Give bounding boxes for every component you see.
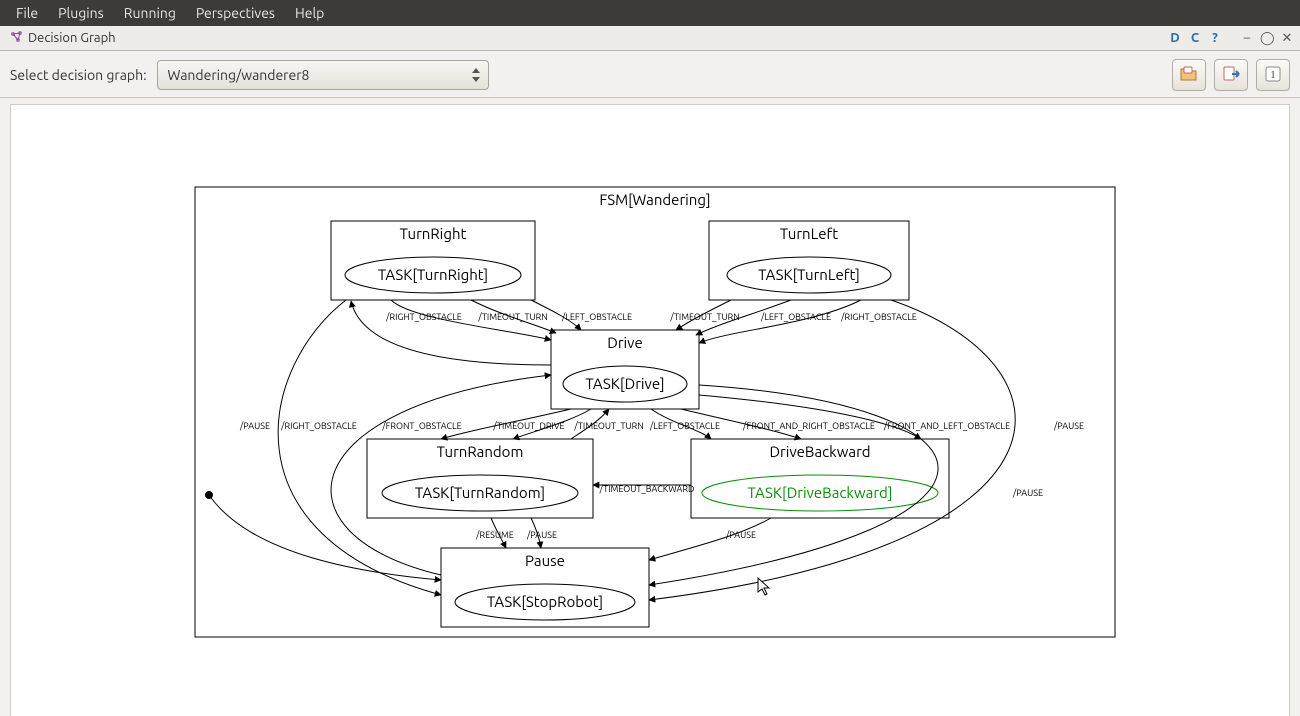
edge-driveback-pause: /PAUSE — [649, 518, 771, 560]
svg-text:/PAUSE: /PAUSE — [1053, 421, 1084, 431]
node-turnright-task: TASK[TurnRight] — [378, 266, 488, 283]
graph-selector[interactable]: Wandering/wanderer8 — [157, 60, 489, 90]
toolbar: Select decision graph: Wandering/wandere… — [0, 51, 1300, 98]
svg-text:/FRONT_AND_LEFT_OBSTACLE: /FRONT_AND_LEFT_OBSTACLE — [883, 421, 1010, 431]
node-drivebackward-task: TASK[DriveBackward] — [747, 484, 892, 501]
tab-bar: Decision Graph D C ? – ◯ ✕ — [0, 26, 1300, 51]
folder-open-icon — [1179, 65, 1199, 86]
menu-help[interactable]: Help — [285, 1, 334, 25]
svg-text:/LEFT_OBSTACLE: /LEFT_OBSTACLE — [760, 312, 831, 322]
titlebar-icon-d[interactable]: D — [1168, 31, 1182, 45]
app-menubar: File Plugins Running Perspectives Help — [0, 0, 1300, 26]
node-turnleft-task: TASK[TurnLeft] — [758, 266, 860, 283]
svg-text:/TIMEOUT_DRIVE: /TIMEOUT_DRIVE — [492, 421, 564, 431]
svg-text:/LEFT_OBSTACLE: /LEFT_OBSTACLE — [561, 312, 632, 322]
node-pause-task: TASK[StopRobot] — [487, 593, 603, 610]
svg-text:/RIGHT_OBSTACLE: /RIGHT_OBSTACLE — [385, 312, 462, 322]
node-turnrandom-title: TurnRandom — [437, 443, 524, 460]
node-pause[interactable]: Pause TASK[StopRobot] — [441, 548, 649, 627]
svg-text:/FRONT_OBSTACLE: /FRONT_OBSTACLE — [381, 421, 461, 431]
svg-text:/PAUSE: /PAUSE — [239, 421, 270, 431]
window-maximize[interactable]: ◯ — [1260, 31, 1274, 46]
svg-text:/PAUSE: /PAUSE — [526, 530, 557, 540]
edge-turnrandom-pause-pause: /PAUSE — [526, 518, 557, 548]
node-drive[interactable]: Drive TASK[Drive] — [551, 330, 699, 409]
select-graph-label: Select decision graph: — [10, 67, 147, 83]
export-button[interactable] — [1214, 59, 1248, 91]
svg-text:/PAUSE: /PAUSE — [725, 530, 756, 540]
properties-button[interactable]: 1 — [1256, 59, 1290, 91]
graph-canvas[interactable]: FSM[Wandering] TurnRight TASK[TurnRight]… — [10, 104, 1290, 716]
decision-graph-svg: FSM[Wandering] TurnRight TASK[TurnRight]… — [11, 105, 1289, 716]
svg-text:/PAUSE: /PAUSE — [1012, 488, 1043, 498]
node-turnright-title: TurnRight — [400, 225, 467, 242]
node-turnrandom-task: TASK[TurnRandom] — [415, 484, 545, 501]
node-turnleft-title: TurnLeft — [780, 225, 838, 242]
menu-running[interactable]: Running — [114, 1, 186, 25]
menu-file[interactable]: File — [6, 1, 48, 25]
edge-turnrandom-pause-resume: /RESUME — [475, 518, 514, 548]
svg-text:/RIGHT_OBSTACLE: /RIGHT_OBSTACLE — [280, 421, 357, 431]
svg-text:/FRONT_AND_RIGHT_OBSTACLE: /FRONT_AND_RIGHT_OBSTACLE — [742, 421, 875, 431]
svg-text:1: 1 — [1270, 69, 1276, 81]
svg-text:/TIMEOUT_BACKWARD: /TIMEOUT_BACKWARD — [599, 484, 695, 494]
svg-text:/LEFT_OBSTACLE: /LEFT_OBSTACLE — [649, 421, 720, 431]
info-icon: 1 — [1264, 65, 1282, 86]
edge-drive-turnleft: /LEFT_OBSTACLE — [649, 409, 720, 439]
edge-driveback-turnrandom: /TIMEOUT_BACKWARD — [593, 484, 694, 494]
fsm-title: FSM[Wandering] — [599, 191, 710, 208]
edge-turnleft-drive-timeout-turn: /TIMEOUT_TURN — [669, 300, 739, 330]
menu-plugins[interactable]: Plugins — [48, 1, 114, 25]
node-drivebackward-title: DriveBackward — [769, 443, 870, 460]
svg-text:/TIMEOUT_TURN: /TIMEOUT_TURN — [669, 312, 739, 322]
node-drive-task: TASK[Drive] — [585, 375, 664, 392]
svg-text:/RIGHT_OBSTACLE: /RIGHT_OBSTACLE — [840, 312, 917, 322]
export-icon — [1221, 65, 1241, 86]
node-drive-title: Drive — [607, 334, 642, 351]
tab-decision-graph[interactable]: Decision Graph — [0, 28, 126, 49]
tab-label: Decision Graph — [28, 31, 116, 45]
node-pause-title: Pause — [525, 552, 565, 569]
window-minimize[interactable]: – — [1240, 31, 1254, 45]
edge-drive-driveback-left: /FRONT_AND_LEFT_OBSTACLE — [699, 395, 1010, 439]
svg-text:/TIMEOUT_TURN: /TIMEOUT_TURN — [573, 421, 643, 431]
edge-turnright-drive-timeout-turn: /TIMEOUT_TURN — [471, 300, 556, 333]
help-icon[interactable]: ? — [1208, 31, 1222, 45]
graph-selector-value: Wandering/wanderer8 — [168, 67, 310, 83]
titlebar-icon-c[interactable]: C — [1188, 31, 1202, 45]
graph-icon — [10, 30, 24, 47]
svg-text:/RESUME: /RESUME — [475, 530, 514, 540]
open-button[interactable] — [1172, 59, 1206, 91]
window-close[interactable]: ✕ — [1280, 31, 1294, 46]
node-drivebackward[interactable]: DriveBackward TASK[DriveBackward] — [691, 439, 949, 518]
node-turnrandom[interactable]: TurnRandom TASK[TurnRandom] — [367, 439, 593, 518]
menu-perspectives[interactable]: Perspectives — [186, 1, 285, 25]
svg-text:/TIMEOUT_TURN: /TIMEOUT_TURN — [477, 312, 547, 322]
node-turnleft[interactable]: TurnLeft TASK[TurnLeft] — [709, 221, 909, 300]
node-turnright[interactable]: TurnRight TASK[TurnRight] — [331, 221, 535, 300]
